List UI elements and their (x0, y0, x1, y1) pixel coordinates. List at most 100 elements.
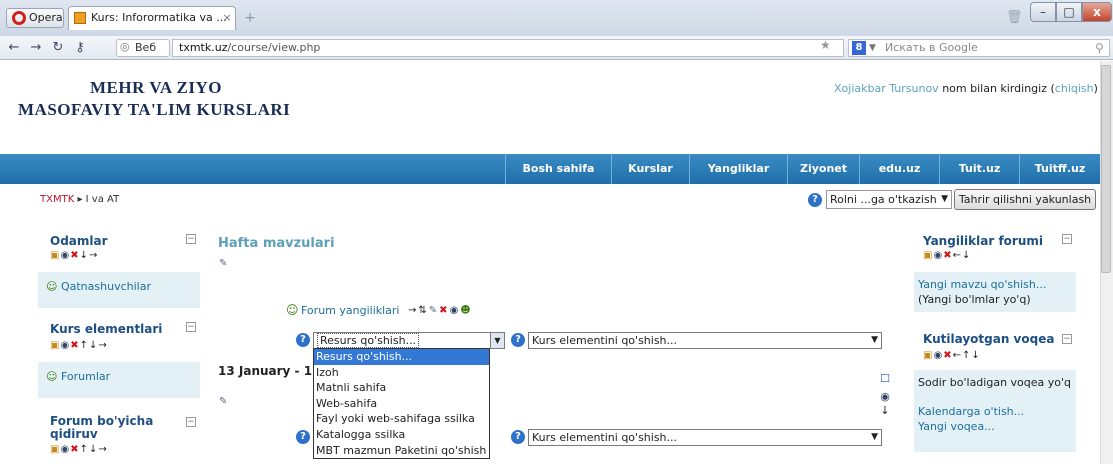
forums-link[interactable]: Forumlar (61, 370, 110, 383)
eye-icon[interactable]: ◉ (60, 250, 70, 261)
help-icon[interactable]: ? (808, 193, 822, 207)
logout-link[interactable]: chiqish (1055, 82, 1094, 95)
participants-link[interactable]: Qatnashuvchilar (61, 280, 151, 293)
help-icon[interactable]: ? (511, 430, 525, 444)
arrow-up-icon[interactable]: ↑ (80, 340, 89, 351)
nav-item-tuit[interactable]: Tuit.uz (939, 154, 1019, 184)
help-icon[interactable]: ? (296, 333, 310, 347)
dropdown-option[interactable]: MBT mazmun Paketini qo'shish (314, 443, 489, 459)
eye-icon[interactable]: ◉ (878, 390, 892, 404)
delete-icon[interactable]: ✖ (943, 350, 952, 361)
resource-dropdown-list[interactable]: Resurs qo'shish... Izoh Matnli sahifa We… (313, 348, 490, 459)
eye-icon[interactable]: ◉ (60, 340, 70, 351)
highlight-icon[interactable]: ☐ (878, 372, 892, 386)
web-badge-label: Веб (135, 41, 157, 54)
dropdown-option[interactable]: Fayl yoki web-sahifaga ssilka (314, 411, 489, 427)
add-activity-select[interactable]: Kurs elementini qo'shish... ▼ (528, 429, 882, 446)
forward-icon[interactable]: → (28, 40, 44, 56)
eye-icon[interactable]: ◉ (933, 350, 943, 361)
edit-summary-icon[interactable]: ✎ (219, 258, 227, 269)
nav-item-edu[interactable]: edu.uz (859, 154, 939, 184)
nav-item-news[interactable]: Yangliklar (689, 154, 787, 184)
add-topic-link[interactable]: Yangi mavzu qo'shish... (918, 278, 1072, 291)
arrow-down-icon[interactable]: ↓ (971, 350, 980, 361)
eye-icon[interactable]: ◉ (450, 305, 461, 316)
eye-icon[interactable]: ◉ (60, 444, 70, 455)
nav-item-tuitff[interactable]: Tuitff.uz (1019, 154, 1100, 184)
nav-item-courses[interactable]: Kurslar (611, 154, 689, 184)
forum-news-link[interactable]: Forum yangiliklari (301, 304, 400, 317)
window-minimize-button[interactable]: – (1030, 2, 1056, 22)
add-resource-select[interactable]: Resurs qo'shish... ▼ (313, 332, 505, 349)
arrow-left-icon[interactable]: ← (953, 350, 962, 361)
chevron-down-icon[interactable]: ▼ (869, 40, 876, 56)
back-icon[interactable]: ← (6, 40, 22, 56)
window-close-button[interactable]: x (1082, 2, 1112, 22)
role-switch-select[interactable]: Rolni ...ga o'tkazish ▼ (826, 190, 952, 209)
delete-icon[interactable]: ✖ (70, 250, 79, 261)
trash-icon[interactable]: 🗑 (1006, 10, 1023, 26)
user-link[interactable]: Xojiakbar Tursunov (834, 82, 939, 95)
dropdown-option[interactable]: Resurs qo'shish... (314, 349, 489, 365)
chevron-down-icon[interactable]: ▼ (490, 333, 504, 348)
opera-menu-button[interactable]: Opera (6, 8, 64, 28)
nav-item-ziyonet[interactable]: Ziyonet (787, 154, 859, 184)
add-activity-select[interactable]: Kurs elementini qo'shish... ▼ (528, 332, 882, 349)
block-minimize-icon[interactable]: − (1062, 234, 1072, 244)
arrow-up-icon[interactable]: ↑ (962, 350, 971, 361)
search-input[interactable]: 8 ▼ Искать в Google ⚲ (848, 39, 1110, 57)
dropdown-option[interactable]: Katalogga ssilka (314, 427, 489, 443)
eye-icon[interactable]: ◉ (933, 250, 943, 261)
dropdown-option[interactable]: Matnli sahifa (314, 380, 489, 396)
edit-icon[interactable]: ▣ (50, 250, 60, 261)
block-minimize-icon[interactable]: − (1062, 334, 1072, 344)
edit-icon[interactable]: ▣ (923, 250, 933, 261)
arrow-left-icon[interactable]: ← (953, 250, 962, 261)
help-icon[interactable]: ? (296, 430, 310, 444)
calendar-link[interactable]: Kalendarga o'tish... (918, 405, 1072, 418)
arrow-right-icon[interactable]: → (98, 444, 107, 455)
arrow-up-icon[interactable]: ↑ (80, 444, 89, 455)
edit-icon[interactable]: ▣ (50, 340, 60, 351)
edit-summary-icon[interactable]: ✎ (219, 396, 227, 407)
tab-close-icon[interactable]: × (221, 12, 233, 24)
arrow-right-icon[interactable]: → (89, 250, 98, 261)
dropdown-option[interactable]: Izoh (314, 365, 489, 381)
block-minimize-icon[interactable]: − (186, 322, 196, 332)
arrow-down-icon[interactable]: ↓ (962, 250, 971, 261)
finish-editing-button[interactable]: Tahrir qilishni yakunlash (954, 189, 1096, 210)
arrow-down-icon[interactable]: ↓ (878, 404, 892, 418)
window-maximize-button[interactable]: □ (1056, 2, 1082, 22)
arrow-down-icon[interactable]: ↓ (89, 340, 98, 351)
edit-icon[interactable]: ✎ (429, 305, 439, 316)
group-mode-icon[interactable]: ☻ (460, 305, 472, 316)
new-tab-icon[interactable]: + (242, 10, 258, 26)
bookmark-star-icon[interactable]: ★ (820, 38, 834, 52)
arrow-down-icon[interactable]: ↓ (80, 250, 89, 261)
edit-icon[interactable]: ▣ (923, 350, 933, 361)
nav-item-home[interactable]: Bosh sahifa (505, 154, 611, 184)
delete-icon[interactable]: ✖ (439, 305, 449, 316)
reload-icon[interactable]: ↻ (50, 40, 66, 56)
search-icon[interactable]: ⚲ (1095, 40, 1104, 56)
delete-icon[interactable]: ✖ (70, 444, 79, 455)
help-icon[interactable]: ? (511, 333, 525, 347)
delete-icon[interactable]: ✖ (70, 340, 79, 351)
web-badge[interactable]: ◎ Веб (116, 39, 170, 57)
arrow-right-icon[interactable]: → (98, 340, 107, 351)
url-input[interactable]: txmtk.uz/course/view.php (172, 39, 844, 57)
move-right-icon[interactable]: → (408, 305, 418, 316)
browser-tab-active[interactable]: Kurs: Inforormatika va ... × (68, 6, 236, 30)
breadcrumb-root-link[interactable]: TXMTK (40, 194, 74, 205)
dropdown-option[interactable]: Web-sahifa (314, 396, 489, 412)
no-events-text: Sodir bo'ladigan voqea yo'q (918, 376, 1072, 389)
scrollbar-thumb[interactable] (1101, 65, 1111, 273)
block-minimize-icon[interactable]: − (186, 417, 196, 427)
delete-icon[interactable]: ✖ (943, 250, 952, 261)
move-icon[interactable]: ⇅ (418, 305, 428, 316)
new-event-link[interactable]: Yangi voqea... (918, 420, 1072, 433)
arrow-down-icon[interactable]: ↓ (89, 444, 98, 455)
key-icon[interactable]: ⚷ (72, 40, 88, 56)
edit-icon[interactable]: ▣ (50, 444, 60, 455)
block-minimize-icon[interactable]: − (186, 234, 196, 244)
